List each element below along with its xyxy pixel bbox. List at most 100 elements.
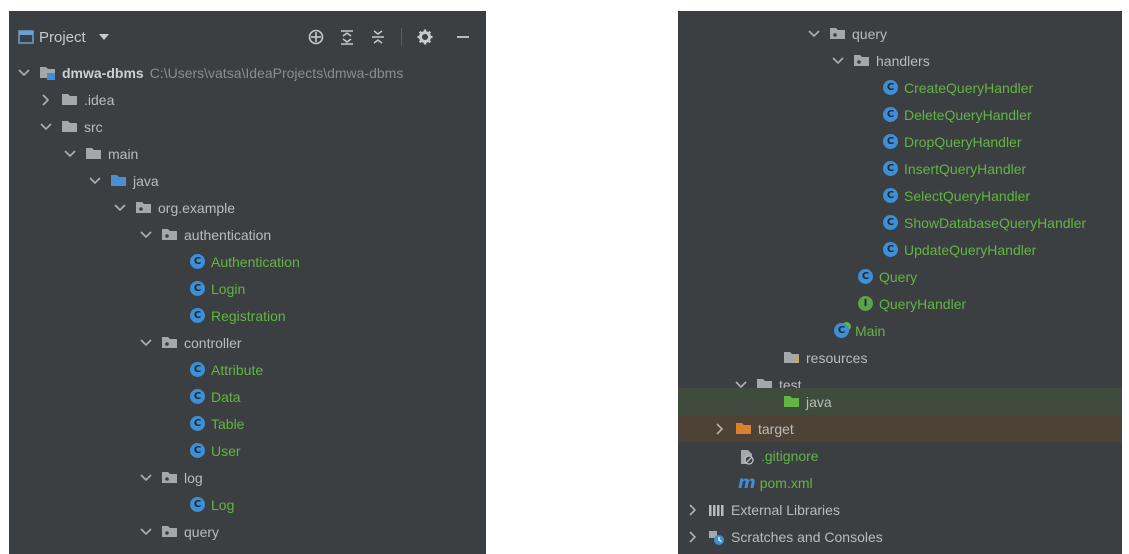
chevron-down-icon[interactable] [140, 337, 152, 349]
tree-item-label: SelectQueryHandler [904, 187, 1031, 204]
expand-all-icon[interactable] [336, 22, 358, 52]
project-tree-panel-right: query handlers C CreateQueryHandler C De… [678, 11, 1122, 554]
tree-row-interface-queryhandler[interactable]: I QueryHandler [858, 290, 966, 317]
tree-row-query[interactable]: query [140, 518, 219, 545]
chevron-right-icon[interactable] [687, 530, 699, 543]
chevron-down-icon[interactable] [114, 202, 126, 214]
maven-icon: m [738, 472, 756, 493]
tree-row-org-example[interactable]: org.example [114, 194, 235, 221]
chevron-down-icon[interactable] [832, 55, 844, 67]
chevron-down-icon[interactable] [18, 67, 30, 79]
tree-item-label: org.example [158, 199, 236, 216]
chevron-down-icon[interactable] [64, 148, 76, 160]
package-icon [161, 228, 178, 241]
tree-row-class-table[interactable]: C Table [190, 410, 244, 437]
tree-row-class-main[interactable]: C Main [834, 317, 885, 344]
class-icon: C [883, 215, 898, 230]
tree-row-class-login[interactable]: C Login [190, 275, 245, 302]
locate-icon[interactable] [305, 22, 327, 52]
tree-row-src[interactable]: src [40, 113, 103, 140]
project-path: C:\Users\vatsa\IdeaProjects\dmwa-dbms [149, 64, 404, 81]
chevron-down-icon[interactable] [140, 229, 152, 241]
chevron-down-icon[interactable] [140, 472, 152, 484]
tree-item-label: java [806, 393, 832, 410]
tree-item-label: controller [184, 334, 242, 351]
tree-item-label: query [852, 25, 888, 42]
chevron-right-icon[interactable] [40, 93, 52, 106]
tree-row-gitignore[interactable]: .gitignore [738, 442, 819, 469]
chevron-right-icon[interactable] [714, 422, 726, 435]
tree-row-authentication[interactable]: authentication [140, 221, 271, 248]
tree-row-scratches[interactable]: Scratches and Consoles [687, 523, 883, 550]
tree-item-label: resources [806, 349, 868, 366]
tree-row-log[interactable]: log [140, 464, 203, 491]
tree-item-label: handlers [876, 52, 930, 69]
tree-item-label: Data [211, 388, 241, 405]
tree-row-class-createqueryhandler[interactable]: C CreateQueryHandler [883, 74, 1033, 101]
minimize-icon[interactable] [452, 22, 474, 52]
tree-row-main[interactable]: main [64, 140, 138, 167]
test-source-folder-icon [783, 395, 800, 408]
tree-row-class-query[interactable]: C Query [858, 263, 917, 290]
tree-row-class-insertqueryhandler[interactable]: C InsertQueryHandler [883, 155, 1026, 182]
tree-row-target[interactable]: target [714, 415, 794, 442]
tree-row-controller[interactable]: controller [140, 329, 242, 356]
chevron-down-icon[interactable] [140, 526, 152, 538]
tree-item-label: Login [211, 280, 246, 297]
tree-row-class-updatequeryhandler[interactable]: C UpdateQueryHandler [883, 236, 1036, 263]
tree-row-class-dropqueryhandler[interactable]: C DropQueryHandler [883, 128, 1022, 155]
tree-row-class-deletequeryhandler[interactable]: C DeleteQueryHandler [883, 101, 1032, 128]
gear-icon[interactable] [414, 22, 436, 52]
tree-row-class-attribute[interactable]: C Attribute [190, 356, 263, 383]
tree-row-handlers[interactable]: handlers [832, 47, 930, 74]
class-icon: C [190, 254, 205, 269]
tree-row-pom-xml[interactable]: m pom.xml [738, 469, 813, 496]
tree-item-label: main [108, 145, 139, 162]
tree-row-class-registration[interactable]: C Registration [190, 302, 286, 329]
tree-item-label: Main [855, 322, 886, 339]
ignored-file-icon [738, 449, 755, 465]
tree-row-class-user[interactable]: C User [190, 437, 241, 464]
dropdown-arrow-icon[interactable] [96, 22, 112, 52]
tree-item-label: Log [211, 496, 235, 513]
tree-row-external-libraries[interactable]: External Libraries [687, 496, 840, 523]
tree-row-class-data[interactable]: C Data [190, 383, 241, 410]
tree-row-query[interactable]: query [808, 20, 887, 47]
tree-row-java[interactable]: java [89, 167, 159, 194]
tree-item-label: Attribute [211, 361, 264, 378]
project-view-icon[interactable] [16, 22, 36, 52]
resources-folder-icon [783, 351, 800, 364]
tree-row-class-showdatabasequeryhandler[interactable]: C ShowDatabaseQueryHandler [883, 209, 1086, 236]
tree-row-project-root[interactable]: dmwa-dbms C:\Users\vatsa\IdeaProjects\dm… [18, 59, 403, 86]
collapse-all-icon[interactable] [367, 22, 389, 52]
class-icon: C [190, 281, 205, 296]
folder-icon [61, 120, 78, 133]
toolbar-divider [401, 28, 402, 46]
package-icon [161, 471, 178, 484]
tree-row-class-authentication[interactable]: C Authentication [190, 248, 300, 275]
chevron-right-icon[interactable] [687, 503, 699, 516]
tree-row-idea[interactable]: .idea [40, 86, 114, 113]
module-folder-icon [39, 66, 56, 80]
tree-row-class-log[interactable]: C Log [190, 491, 234, 518]
tree-item-label: .gitignore [761, 447, 819, 464]
chevron-down-icon[interactable] [808, 28, 820, 40]
tree-row-class-selectqueryhandler[interactable]: C SelectQueryHandler [883, 182, 1030, 209]
package-icon [135, 201, 152, 214]
tree-item-label: Authentication [211, 253, 300, 270]
interface-icon: I [858, 296, 873, 311]
tree-item-label: Table [211, 415, 245, 432]
project-view-title[interactable]: Project [39, 22, 95, 52]
tree-item-label: InsertQueryHandler [904, 160, 1027, 177]
tree-row-resources[interactable]: resources [783, 344, 867, 371]
tree-row-test-java[interactable]: java [783, 388, 832, 415]
tree-item-label: External Libraries [731, 501, 840, 518]
chevron-down-icon[interactable] [89, 175, 101, 187]
folder-icon [61, 93, 78, 106]
class-icon: C [883, 161, 898, 176]
tree-item-label: dmwa-dbms [62, 64, 144, 81]
chevron-down-icon[interactable] [40, 121, 52, 133]
package-icon [161, 525, 178, 538]
tree-item-label: QueryHandler [879, 295, 967, 312]
tree-item-label: UpdateQueryHandler [904, 241, 1037, 258]
